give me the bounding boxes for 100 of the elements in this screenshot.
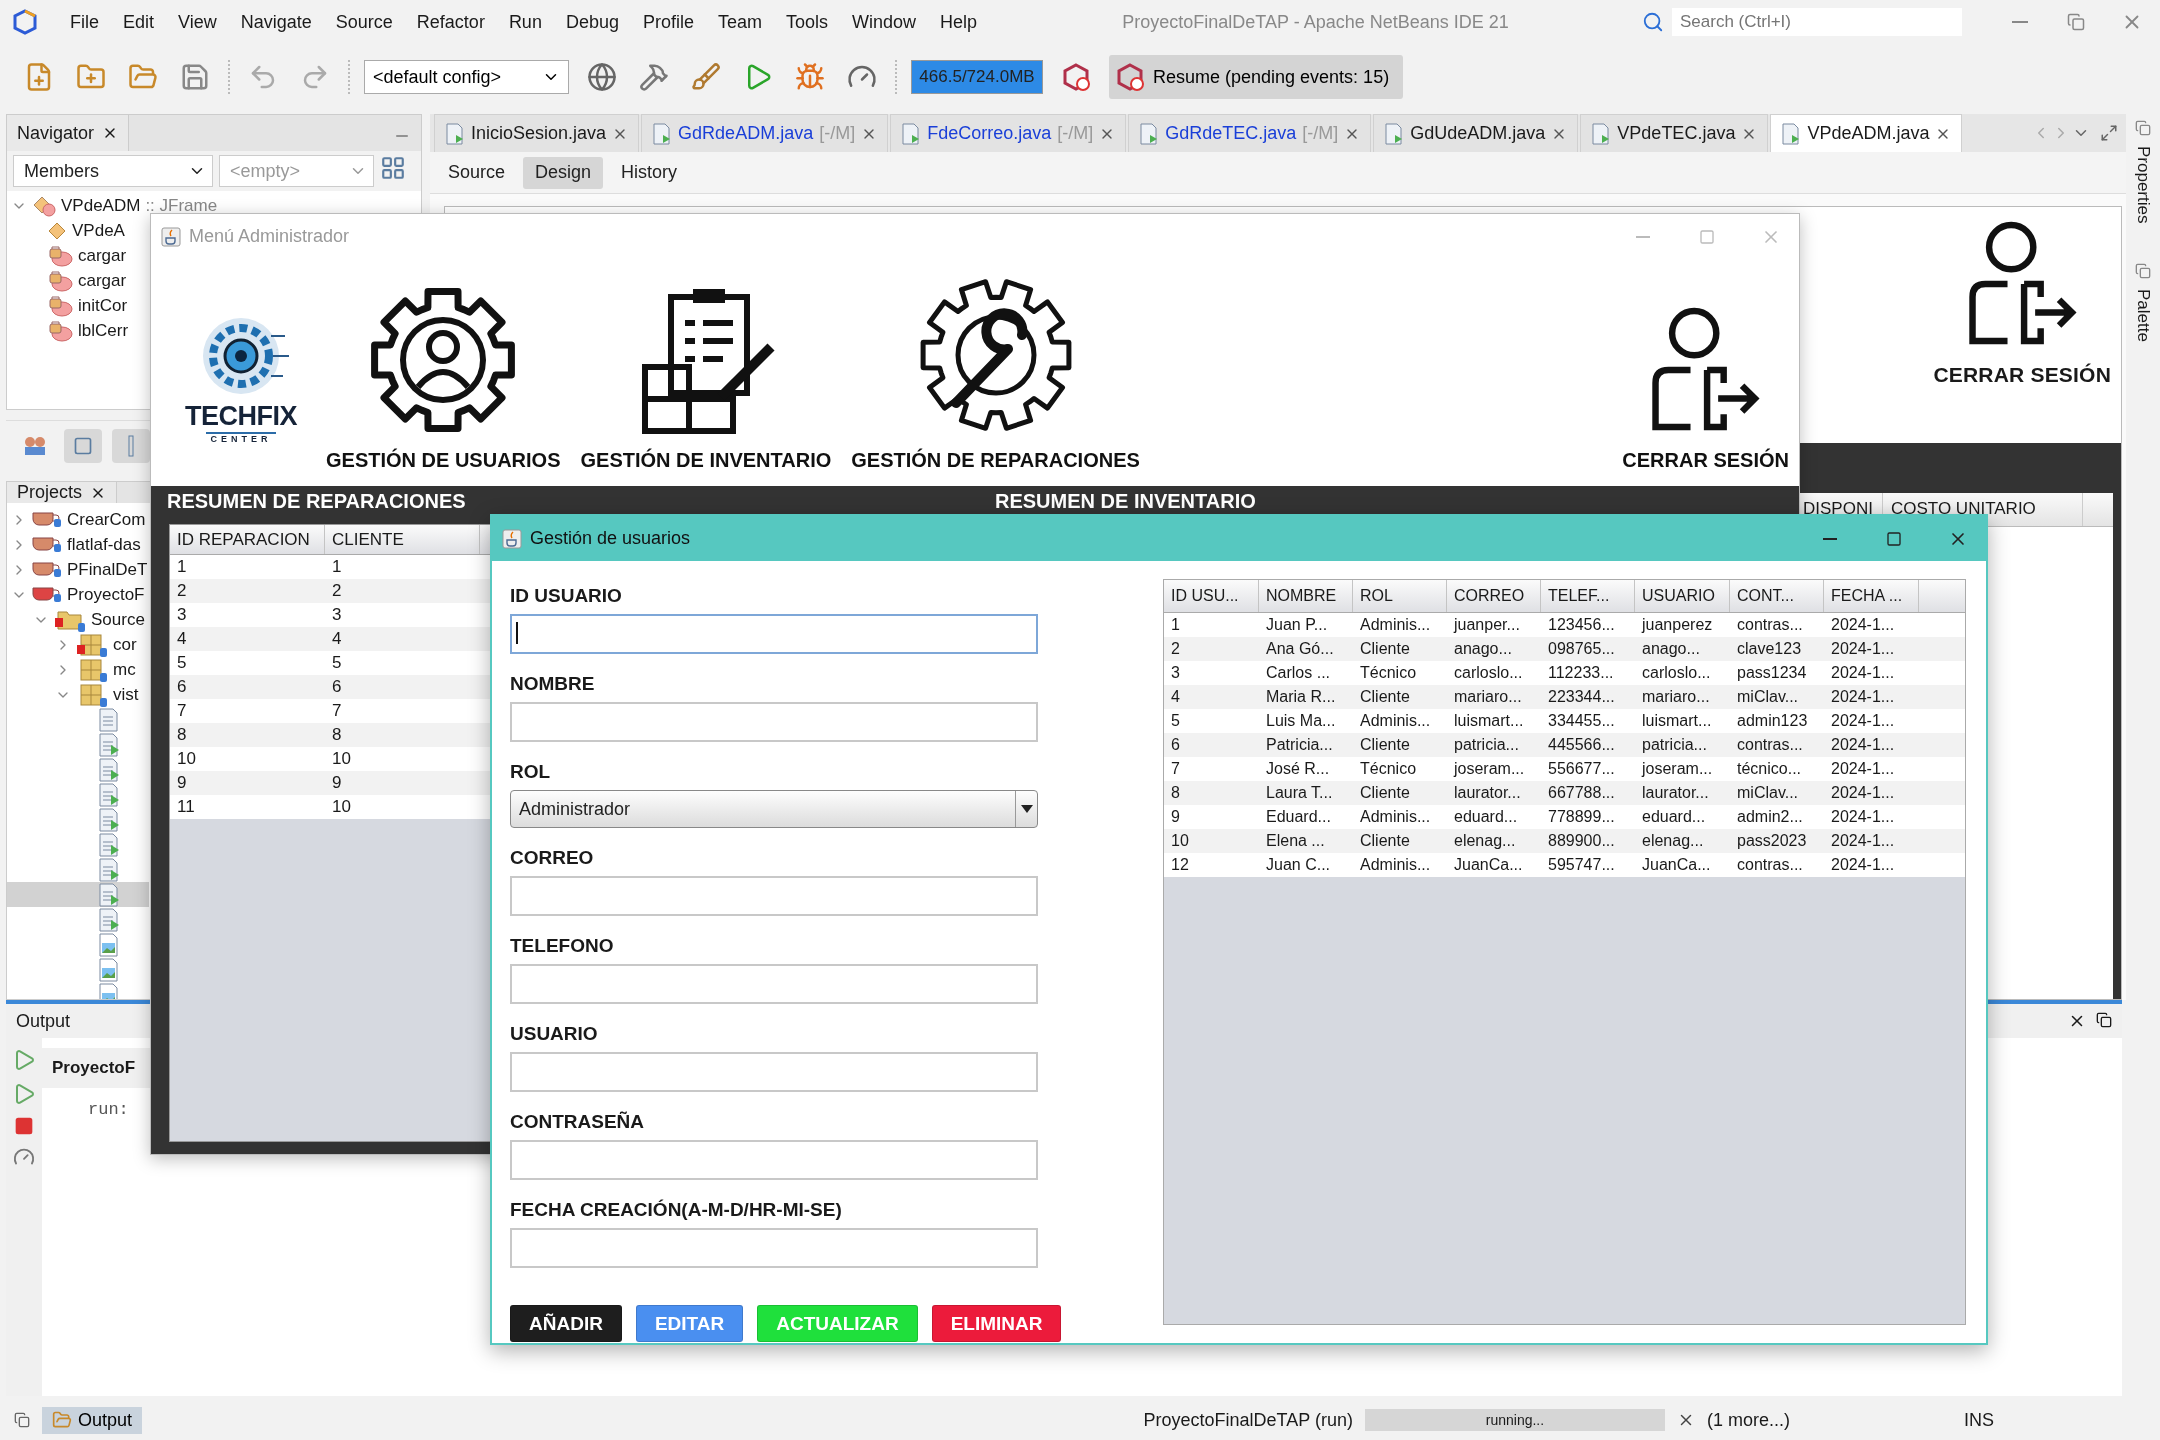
column-header[interactable]: CONT...: [1730, 580, 1824, 612]
minimize-icon: [2012, 21, 2028, 23]
input-field[interactable]: [510, 702, 1038, 742]
action-button[interactable]: ELIMINAR: [931, 1305, 1062, 1342]
tree-item[interactable]: vist: [113, 684, 139, 705]
restore-icon[interactable]: [2096, 1012, 2112, 1028]
panel-button[interactable]: [64, 429, 102, 463]
editor-tab[interactable]: GdRdeTEC.java [-/M]: [1128, 114, 1372, 152]
search-field[interactable]: Search (Ctrl+I): [1672, 8, 1962, 36]
column-header[interactable]: CLIENTE: [325, 525, 480, 554]
editor-tab[interactable]: VPdeTEC.java: [1580, 114, 1769, 152]
menu-item[interactable]: Source: [323, 11, 405, 33]
menu-item[interactable]: Navigate: [228, 11, 324, 33]
menu-item[interactable]: Window: [840, 11, 929, 33]
tree-item[interactable]: cargar: [78, 270, 127, 291]
output-button[interactable]: Output: [42, 1406, 143, 1434]
editor-tab[interactable]: VPdeADM.java: [1770, 114, 1963, 152]
column-header[interactable]: CORREO: [1447, 580, 1541, 612]
globe-icon: [587, 62, 617, 92]
table-cell-text: contras...: [1736, 615, 1804, 635]
menu-item[interactable]: Tools: [774, 11, 841, 33]
menu-item[interactable]: Run: [496, 11, 554, 33]
java-file-icon: [1139, 122, 1160, 145]
table-cell-text: JuanCa...: [1641, 855, 1712, 875]
logout-tile[interactable]: CERRAR SESIÓN: [1622, 305, 1789, 472]
project-cup-icon: [32, 511, 62, 528]
menu-item[interactable]: Debug: [553, 11, 631, 33]
stop-icon[interactable]: [14, 1116, 34, 1136]
side-tab[interactable]: Palette: [2133, 289, 2153, 343]
tree-item[interactable]: cor: [113, 634, 137, 655]
memory-meter[interactable]: 466.5/724.0MB: [911, 60, 1043, 94]
editor-mode-tab[interactable]: Source: [436, 156, 518, 189]
tree-item[interactable]: PFinalDeT: [67, 559, 148, 580]
table-cell-text: contras...: [1736, 735, 1804, 755]
editor-tab[interactable]: GdUdeADM.java: [1373, 114, 1579, 152]
tree-item[interactable]: initCor: [78, 295, 128, 316]
menu-item[interactable]: Profile: [630, 11, 706, 33]
input-field[interactable]: [510, 1052, 1038, 1092]
editor-tab[interactable]: FdeCorreo.java [-/M]: [890, 114, 1127, 152]
menu-item[interactable]: Team: [706, 11, 774, 33]
selected-tree-row[interactable]: [7, 882, 149, 907]
menu-tile[interactable]: GESTIÓN DE INVENTARIO: [580, 285, 832, 472]
input-field[interactable]: [510, 1140, 1038, 1180]
editor-tab[interactable]: GdRdeADM.java [-/M]: [641, 114, 889, 152]
table-cell-text: patricia...: [1453, 735, 1520, 755]
save-icon: [180, 62, 210, 92]
tree-item[interactable]: ProyectoF: [67, 584, 145, 605]
maximize-icon[interactable]: [2100, 124, 2118, 142]
java-file-icon: [1591, 122, 1612, 145]
column-header[interactable]: ID REPARACION: [170, 525, 325, 554]
tree-item[interactable]: mc: [113, 659, 136, 680]
menu-item[interactable]: Edit: [111, 11, 167, 33]
members-dropdown[interactable]: Members: [13, 155, 213, 187]
tree-item[interactable]: CrearCom: [67, 509, 146, 530]
column-header[interactable]: TELEF...: [1541, 580, 1635, 612]
divider-button[interactable]: [112, 429, 150, 463]
input-field[interactable]: [510, 1228, 1038, 1268]
table-cell-text: 9: [331, 772, 343, 794]
table-cell-text: Carlos ...: [1265, 663, 1331, 683]
editor-mode-tab[interactable]: Design: [523, 156, 604, 189]
tree-item[interactable]: VPdeA: [72, 220, 125, 241]
table-cell-text: anago...: [1641, 639, 1701, 659]
tree-item[interactable]: cargar: [78, 245, 127, 266]
editor-mode-tab[interactable]: History: [609, 156, 690, 189]
config-dropdown[interactable]: <default config>: [364, 60, 569, 94]
tree-item[interactable]: Source: [91, 609, 145, 630]
column-header[interactable]: ID USU...: [1164, 580, 1259, 612]
input-field[interactable]: [510, 876, 1038, 916]
column-header[interactable]: ROL: [1353, 580, 1447, 612]
menu-item[interactable]: View: [166, 11, 229, 33]
resume-button[interactable]: Resume (pending events: 15): [1109, 55, 1404, 99]
output-tab[interactable]: ProyectoF: [42, 1048, 152, 1088]
menu-item[interactable]: Refactor: [404, 11, 497, 33]
action-button[interactable]: AÑADIR: [510, 1305, 622, 1342]
menu-tile[interactable]: GESTIÓN DE REPARACIONES: [851, 275, 1140, 472]
minimize-icon: [1823, 537, 1837, 540]
panel-title[interactable]: Output: [16, 1010, 71, 1032]
more-tasks-link[interactable]: (1 more...): [1706, 1409, 1790, 1431]
column-header[interactable]: FECHA ...: [1824, 580, 1919, 612]
menu-item[interactable]: File: [58, 11, 111, 33]
table-cell-text: 9: [176, 772, 188, 794]
side-tab[interactable]: Properties: [2133, 146, 2153, 224]
input-field[interactable]: [510, 964, 1038, 1004]
column-header[interactable]: NOMBRE: [1259, 580, 1353, 612]
table-cell-text: 5: [1170, 711, 1181, 731]
role-dropdown[interactable]: Administrador: [510, 790, 1038, 828]
table-cell-text: 6: [331, 676, 343, 698]
table-cell-text: Laura T...: [1265, 783, 1334, 803]
column-header[interactable]: USUARIO: [1635, 580, 1730, 612]
java-file-icon: [1384, 122, 1405, 145]
memory-reading: 466.5/724.0MB: [919, 67, 1035, 87]
menu-item[interactable]: Help: [928, 11, 990, 33]
layout-icon[interactable]: [380, 155, 406, 181]
input-field[interactable]: [510, 614, 1038, 654]
menu-tile[interactable]: GESTIÓN DE USUARIOS: [326, 285, 561, 472]
table-cell-text: Maria R...: [1265, 687, 1337, 707]
tree-item[interactable]: VPdeADM: [61, 195, 141, 216]
tree-item[interactable]: lblCerr: [78, 320, 129, 341]
editor-tab[interactable]: InicioSesion.java: [434, 114, 640, 152]
tree-item[interactable]: flatlaf-das: [67, 534, 141, 555]
